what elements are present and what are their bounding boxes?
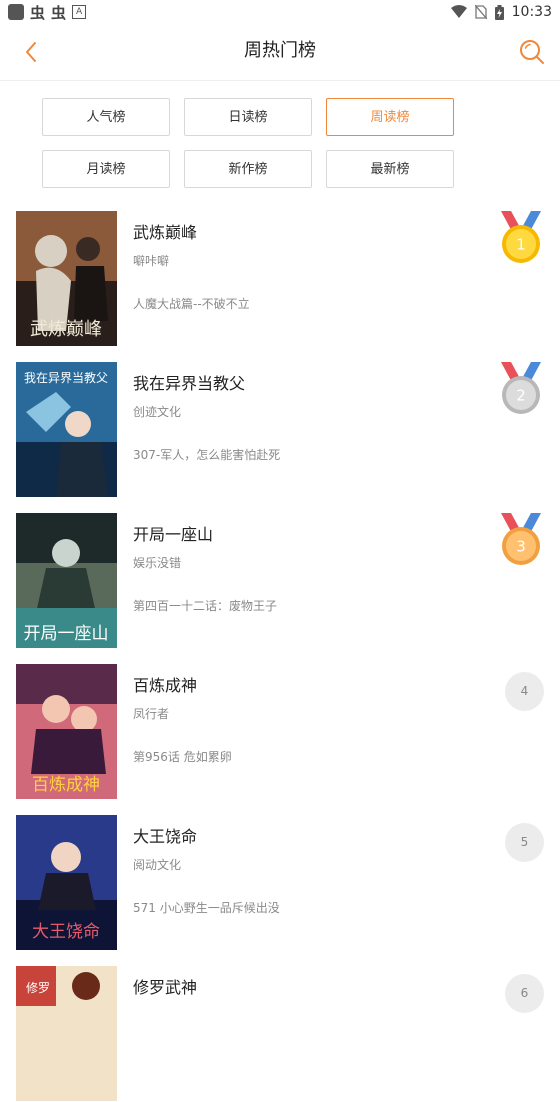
- latest-chapter: 人魔大战篇--不破不立: [133, 297, 250, 311]
- comic-title: 百炼成神: [133, 676, 198, 695]
- comic-title: 武炼巅峰: [133, 223, 198, 242]
- list-item[interactable]: 武炼巅峰 武炼巅峰 噼咔噼 人魔大战篇--不破不立 1: [0, 211, 560, 347]
- rank-number: 5: [505, 823, 544, 862]
- tab-new-works[interactable]: 新作榜: [184, 150, 312, 188]
- rank-number: 4: [505, 672, 544, 711]
- tab-weekly[interactable]: 周读榜: [326, 98, 454, 136]
- battery-icon: [494, 4, 504, 20]
- list-item[interactable]: 修罗 修罗武神 6: [0, 966, 560, 1102]
- comic-title: 大王饶命: [133, 827, 198, 846]
- tab-popularity[interactable]: 人气榜: [42, 98, 170, 136]
- comic-cover[interactable]: 我在异界当教父: [16, 362, 117, 497]
- svg-text:我在异界当教父: 我在异界当教父: [24, 370, 108, 385]
- comic-cover[interactable]: 武炼巅峰: [16, 211, 117, 346]
- latest-chapter: 571 小心野生一品斥候出没: [133, 901, 280, 915]
- gold-medal-icon: 1: [498, 211, 544, 267]
- comic-title: 我在异界当教父: [133, 374, 246, 393]
- no-sim-icon: [474, 5, 487, 19]
- bronze-medal-icon: 3: [498, 513, 544, 569]
- svg-text:1: 1: [516, 236, 526, 254]
- svg-text:武炼巅峰: 武炼巅峰: [30, 319, 102, 340]
- svg-text:开局一座山: 开局一座山: [24, 624, 109, 644]
- list-item[interactable]: 大王饶命 大王饶命 阅动文化 571 小心野生一品斥候出没 5: [0, 815, 560, 951]
- status-time: 10:33: [511, 4, 552, 20]
- comic-author: 创迹文化: [133, 405, 182, 419]
- page-title: 周热门榜: [244, 40, 316, 61]
- list-item[interactable]: 百炼成神 百炼成神 凤行者 第956话 危如累卵 4: [0, 664, 560, 800]
- svg-text:修罗: 修罗: [26, 980, 50, 995]
- svg-text:2: 2: [516, 387, 526, 405]
- bug-icon: 虫: [30, 3, 46, 22]
- search-button[interactable]: [516, 36, 548, 68]
- comic-author: 噼咔噼: [133, 254, 170, 268]
- comic-cover[interactable]: 开局一座山: [16, 513, 117, 648]
- comic-title: 开局一座山: [133, 525, 214, 544]
- comic-cover[interactable]: 百炼成神: [16, 664, 117, 799]
- list-item[interactable]: 开局一座山 开局一座山 娱乐没错 第四百一十二话：废物王子 3: [0, 513, 560, 649]
- latest-chapter: 第四百一十二话：废物王子: [133, 599, 278, 613]
- rank-number: 6: [505, 974, 544, 1013]
- svg-text:3: 3: [516, 538, 526, 556]
- svg-text:百炼成神: 百炼成神: [32, 775, 100, 795]
- comic-cover[interactable]: 大王饶命: [16, 815, 117, 950]
- list-item[interactable]: 我在异界当教父 我在异界当教父 创迹文化 307-军人，怎么能害怕赴死 2: [0, 362, 560, 498]
- notification-square-icon: [8, 4, 24, 20]
- comic-author: 凤行者: [133, 707, 170, 721]
- tab-monthly[interactable]: 月读榜: [42, 150, 170, 188]
- comic-author: 娱乐没错: [133, 556, 182, 570]
- comic-title: 修罗武神: [133, 978, 198, 997]
- tab-latest[interactable]: 最新榜: [326, 150, 454, 188]
- bug-icon: 虫: [51, 3, 67, 22]
- status-bar: 虫 虫 A 10:33: [0, 0, 560, 24]
- latest-chapter: 307-军人，怎么能害怕赴死: [133, 448, 281, 462]
- silver-medal-icon: 2: [498, 362, 544, 418]
- comic-cover[interactable]: 修罗: [16, 966, 117, 1101]
- tab-daily[interactable]: 日读榜: [184, 98, 312, 136]
- latest-chapter: 第956话 危如累卵: [133, 750, 232, 764]
- search-icon: [520, 40, 544, 64]
- a-icon: A: [72, 5, 87, 19]
- svg-text:大王饶命: 大王饶命: [32, 922, 100, 942]
- nav-bar: 周热门榜: [0, 24, 560, 81]
- comic-author: 阅动文化: [133, 858, 182, 872]
- wifi-icon: [450, 5, 467, 18]
